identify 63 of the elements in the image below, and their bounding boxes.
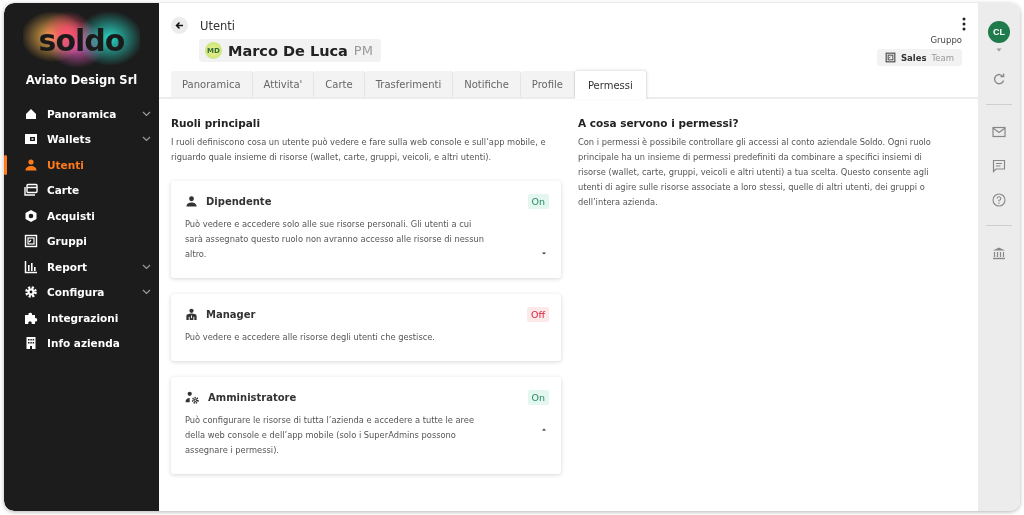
group-icon bbox=[884, 52, 896, 63]
puzzle-icon bbox=[24, 310, 38, 325]
sidebar-item[interactable]: Panoramica bbox=[4, 101, 159, 127]
person-icon bbox=[24, 157, 38, 172]
sidebar-item[interactable]: Gruppi bbox=[4, 228, 159, 254]
status-badge: On bbox=[527, 389, 549, 405]
caret-icon[interactable] bbox=[541, 251, 547, 256]
group-icon bbox=[24, 234, 38, 249]
info-text: Con i permessi è possibile controllare gli accessi al conto aziendale Soldo. Ogni ruolo principale ha un insieme di permessi predefiniti da combinare a specifici insiemi di risorse (wallet, carte, gruppi, veicoli e altri utenti) a tua scelta. Questo consente agli utenti di agire sulle risorse associate a loro stessi, quelle di altri utenti, dei gruppi o dell’intera azienda. bbox=[578, 136, 932, 209]
settings-icon bbox=[24, 285, 38, 300]
sidebar-item[interactable]: Acquisti bbox=[4, 203, 159, 229]
role-name: Manager bbox=[206, 308, 257, 320]
status-badge: Off bbox=[526, 306, 549, 322]
wallet-icon bbox=[24, 132, 38, 147]
role-name: Amministratore bbox=[208, 391, 298, 403]
sidebar-item[interactable]: Carte bbox=[4, 177, 159, 203]
company-name: Aviato Design Srl bbox=[24, 73, 139, 87]
role-name: Dipendente bbox=[206, 195, 273, 207]
logo: soldo bbox=[38, 22, 125, 58]
sidebar-item[interactable]: Utenti bbox=[4, 152, 159, 178]
tab[interactable]: Profile bbox=[520, 71, 575, 97]
sidebar-item[interactable]: Configura bbox=[4, 279, 159, 305]
hexagon-icon bbox=[24, 208, 38, 223]
bar-chart-icon bbox=[24, 259, 38, 274]
mail-icon[interactable] bbox=[992, 125, 1006, 139]
cards-icon bbox=[24, 183, 38, 198]
role-description: Può vedere e accedere solo alle sue risorse personali. Gli utenti a cui sarà assegnato questo ruolo non avranno accesso alle risorse di nessun altro. bbox=[185, 218, 486, 261]
section-title: A cosa servono i permessi? bbox=[578, 117, 740, 129]
sidebar-item[interactable]: Report bbox=[4, 254, 159, 280]
tab[interactable]: Panoramica bbox=[171, 71, 253, 97]
sidebar-item[interactable]: Info azienda bbox=[4, 330, 159, 356]
role-description: Può configurare le risorse di tutta l’azienda e accedere a tutte le aree della web console e dell’app mobile (solo i SuperAdmins possono assegnare i permessi). bbox=[185, 414, 475, 457]
more-options-icon[interactable] bbox=[962, 17, 966, 31]
status-badge: On bbox=[527, 193, 549, 209]
home-icon bbox=[24, 106, 38, 121]
caret-icon[interactable] bbox=[541, 427, 547, 432]
sidebar-item[interactable]: Integrazioni bbox=[4, 305, 159, 331]
bank-icon[interactable] bbox=[992, 246, 1006, 260]
building-icon bbox=[24, 336, 38, 351]
role-description: Può vedere e accedere alle risorse degli utenti che gestisce. bbox=[185, 331, 436, 344]
back-arrow-icon bbox=[175, 21, 184, 30]
back-button[interactable] bbox=[171, 17, 188, 34]
section-description: I ruoli definiscono cosa un utente può vedere e fare sulla web console e sull’app mobile, e riguardo quale insieme di risorse (wallet, carte, gruppi, veicoli, e altri utenti). bbox=[171, 136, 547, 164]
chat-icon[interactable] bbox=[992, 159, 1006, 173]
user-role: PM bbox=[353, 43, 373, 58]
breadcrumb: Utenti bbox=[200, 18, 235, 33]
group-type: Team bbox=[931, 52, 954, 63]
user-avatar[interactable]: CL bbox=[988, 21, 1010, 43]
tab[interactable]: Permessi bbox=[574, 71, 647, 99]
tab[interactable]: Trasferimenti bbox=[364, 71, 454, 97]
section-title: Ruoli principali bbox=[171, 117, 262, 129]
tab[interactable]: Notifiche bbox=[453, 71, 521, 97]
sidebar-item[interactable]: Wallets bbox=[4, 126, 159, 152]
user-name: Marco De Luca bbox=[228, 42, 348, 59]
help-icon[interactable] bbox=[992, 193, 1006, 207]
tab[interactable]: Carte bbox=[314, 71, 365, 97]
admin-settings-icon bbox=[185, 390, 200, 404]
group-name: Sales bbox=[900, 52, 927, 63]
manager-icon bbox=[185, 307, 198, 321]
refresh-icon[interactable] bbox=[992, 72, 1006, 86]
group-label: Gruppo bbox=[930, 35, 962, 45]
tab[interactable]: Attivita' bbox=[252, 71, 315, 97]
person-icon bbox=[185, 194, 198, 208]
